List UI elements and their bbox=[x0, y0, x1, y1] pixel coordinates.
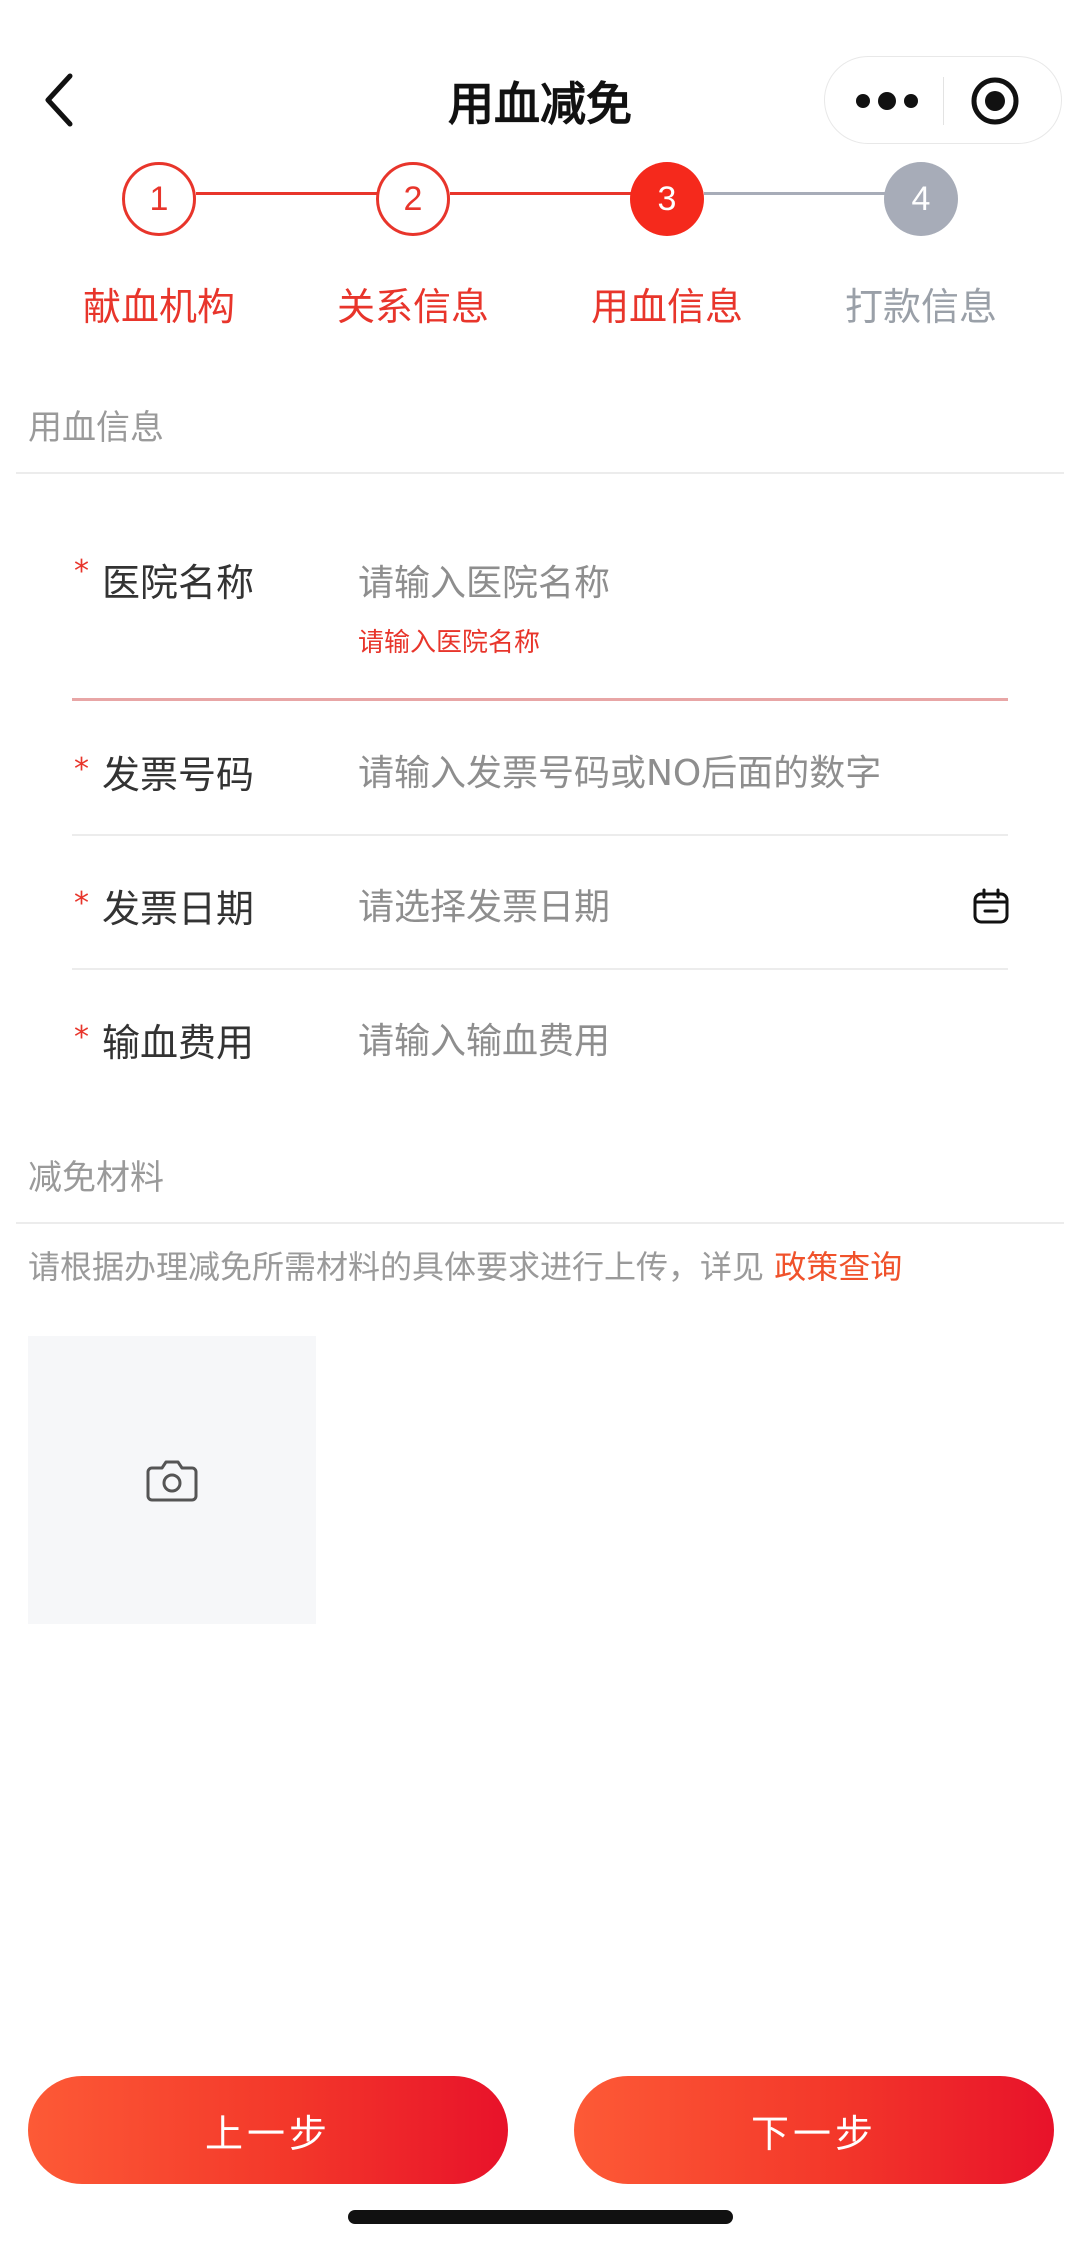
step-3-circle: 3 bbox=[630, 162, 704, 236]
section-divider bbox=[16, 1222, 1064, 1224]
hospital-name-underline-error bbox=[72, 698, 1008, 701]
materials-hint: 请根据办理减免所需材料的具体要求进行上传，详见 政策查询 bbox=[28, 1242, 902, 1288]
step-1-label: 献血机构 bbox=[82, 285, 235, 329]
required-mark: * bbox=[74, 752, 89, 787]
more-dots-icon bbox=[856, 92, 918, 110]
transfusion-fee-row: * 输血费用 bbox=[0, 1012, 1080, 1102]
section-title-blood-info: 用血信息 bbox=[28, 408, 164, 448]
invoice-date-input[interactable] bbox=[358, 882, 918, 932]
policy-query-link[interactable]: 政策查询 bbox=[774, 1248, 902, 1286]
section-title-materials: 减免材料 bbox=[28, 1158, 164, 1198]
hospital-name-row: * 医院名称 请输入医院名称 bbox=[0, 540, 1080, 700]
required-mark: * bbox=[74, 554, 89, 589]
invoice-number-input[interactable] bbox=[358, 748, 1018, 798]
transfusion-fee-input[interactable] bbox=[358, 1016, 998, 1066]
transfusion-fee-label: 输血费用 bbox=[102, 1021, 255, 1065]
step-1-circle: 1 bbox=[122, 162, 196, 236]
invoice-date-label: 发票日期 bbox=[102, 887, 255, 931]
materials-hint-text: 请根据办理减免所需材料的具体要求进行上传，详见 bbox=[28, 1248, 765, 1286]
invoice-date-row[interactable]: * 发票日期 bbox=[0, 878, 1080, 968]
hospital-name-input[interactable] bbox=[358, 558, 998, 608]
step-connector bbox=[450, 192, 632, 195]
step-2-circle: 2 bbox=[376, 162, 450, 236]
field-divider bbox=[72, 968, 1008, 970]
required-mark: * bbox=[74, 1020, 89, 1055]
capsule-divider bbox=[943, 77, 944, 125]
more-button[interactable] bbox=[847, 79, 927, 123]
invoice-number-row: * 发票号码 bbox=[0, 744, 1080, 834]
calendar-icon[interactable] bbox=[972, 888, 1010, 926]
camera-icon bbox=[146, 1460, 198, 1502]
step-connector bbox=[704, 192, 886, 195]
mini-program-capsule bbox=[824, 56, 1062, 144]
step-3-label: 用血信息 bbox=[590, 285, 743, 329]
hospital-name-label: 医院名称 bbox=[102, 561, 255, 605]
next-step-button[interactable]: 下一步 bbox=[574, 2076, 1054, 2184]
step-2-label: 关系信息 bbox=[336, 285, 489, 329]
section-divider bbox=[16, 472, 1064, 474]
step-4-circle: 4 bbox=[884, 162, 958, 236]
upload-photo-button[interactable] bbox=[28, 1336, 316, 1624]
home-indicator bbox=[348, 2210, 733, 2224]
invoice-number-label: 发票号码 bbox=[102, 753, 255, 797]
target-icon bbox=[971, 77, 1019, 125]
step-connector bbox=[196, 192, 378, 195]
hospital-name-error: 请输入医院名称 bbox=[358, 628, 541, 658]
step-4-label: 打款信息 bbox=[844, 285, 997, 329]
previous-step-button[interactable]: 上一步 bbox=[28, 2076, 508, 2184]
close-mini-program-button[interactable] bbox=[969, 75, 1021, 127]
required-mark: * bbox=[74, 886, 89, 921]
field-divider bbox=[72, 834, 1008, 836]
